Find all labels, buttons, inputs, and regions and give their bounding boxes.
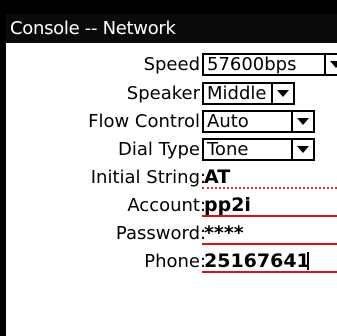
speed-select[interactable]: 57600bps	[202, 53, 337, 76]
account-label: Account	[127, 195, 200, 216]
speaker-label: Speaker	[126, 83, 200, 104]
account-row: Account : pp2i	[6, 191, 337, 219]
speed-label: Speed	[143, 54, 200, 75]
input-underline	[202, 187, 337, 189]
speaker-value: Middle	[207, 83, 267, 104]
password-input[interactable]: ****	[202, 219, 337, 247]
initial-string-row: Initial String : AT	[6, 163, 337, 191]
dial-type-label: Dial Type	[118, 139, 200, 160]
password-label: Password	[115, 223, 200, 244]
speaker-row: Speaker : Middle	[6, 79, 337, 107]
input-underline	[202, 243, 337, 245]
chevron-down-icon[interactable]	[291, 140, 313, 159]
speed-value: 57600bps	[207, 54, 297, 75]
phone-row: Phone : 25167641	[6, 247, 337, 275]
phone-input[interactable]: 25167641	[202, 247, 337, 275]
phone-label: Phone	[144, 251, 200, 272]
initial-string-input[interactable]: AT	[202, 163, 337, 191]
text-cursor	[306, 252, 309, 270]
chevron-down-icon[interactable]	[291, 112, 313, 131]
speaker-select[interactable]: Middle	[202, 82, 295, 105]
password-row: Password : ****	[6, 219, 337, 247]
chevron-down-icon[interactable]	[271, 84, 293, 103]
account-input[interactable]: pp2i	[202, 191, 337, 219]
flow-control-label: Flow Control	[88, 111, 200, 132]
console-network-screen: Console -- Network Speed : 57600bps Spea…	[6, 14, 337, 336]
input-underline	[202, 271, 337, 273]
flow-control-select[interactable]: Auto	[202, 110, 315, 133]
dial-type-value: Tone	[207, 139, 249, 160]
window-title: Console -- Network	[6, 14, 337, 43]
input-underline	[202, 215, 337, 217]
dial-type-select[interactable]: Tone	[202, 138, 315, 161]
phone-value: 25167641	[204, 250, 310, 272]
dial-type-row: Dial Type : Tone	[6, 135, 337, 163]
flow-control-value: Auto	[207, 111, 249, 132]
flow-control-row: Flow Control : Auto	[6, 107, 337, 135]
speed-row: Speed : 57600bps	[6, 50, 337, 78]
initial-string-label: Initial String	[90, 167, 200, 188]
chevron-down-icon[interactable]	[324, 55, 337, 74]
